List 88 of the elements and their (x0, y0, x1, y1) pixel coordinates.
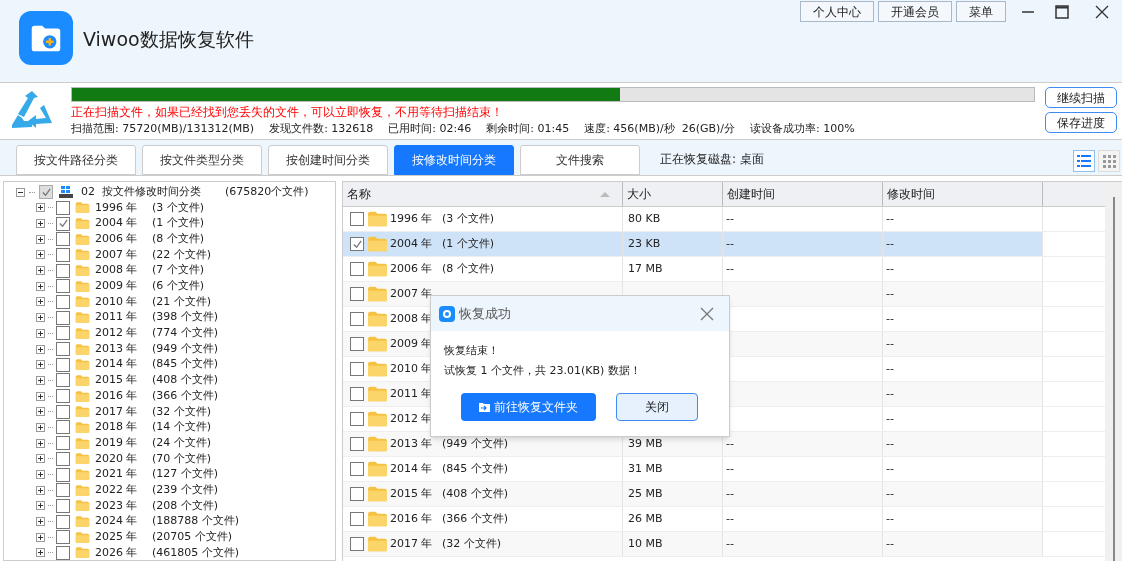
table-cell-text: -- (886, 260, 894, 277)
table-cell-text: -- (886, 485, 894, 502)
table-cell-text: -- (726, 435, 734, 452)
table-cell-text: 25 MB (628, 485, 663, 502)
tree-count: (675820个文件) (225, 183, 309, 200)
tree-count: (8 个文件) (152, 230, 205, 247)
table-cell-text: -- (726, 210, 734, 227)
file-count: (949 个文件) (442, 435, 509, 452)
table-cell-text: -- (886, 385, 894, 402)
file-name: 2014 年 (390, 460, 434, 477)
file-count: (366 个文件) (442, 510, 509, 527)
table-cell-text: -- (726, 260, 734, 277)
table-cell-text: -- (726, 535, 734, 552)
tree-count: (127 个文件) (152, 466, 219, 483)
table-cell-text: 10 MB (628, 535, 663, 552)
tree-count: (208 个文件) (152, 497, 219, 514)
tree-count: (239 个文件) (152, 481, 219, 498)
table-cell-text: -- (726, 235, 734, 252)
tree-count: (398 个文件) (152, 309, 219, 326)
table-cell-text: -- (726, 460, 734, 477)
tree-count: (366 个文件) (152, 387, 219, 404)
table-cell-text: -- (886, 410, 894, 427)
tree-count: (188788 个文件) (152, 513, 240, 530)
table-cell-text: -- (886, 285, 894, 302)
table-cell-text: -- (886, 235, 894, 252)
file-name: 2009 年 (390, 335, 434, 352)
scan-message: 正在扫描文件，如果已经找到您丢失的文件，可以立即恢复，不用等待扫描结束！ (71, 104, 504, 121)
table-cell-text: -- (886, 510, 894, 527)
disk-label: 正在恢复磁盘: 桌面 (660, 151, 764, 168)
file-count: (32 个文件) (442, 535, 502, 552)
tree-count: (6 个文件) (152, 278, 205, 295)
tree-count: (774 个文件) (152, 325, 219, 342)
table-cell-text: -- (886, 535, 894, 552)
app-title: Viwoo数据恢复软件 (83, 27, 254, 52)
scan-stat: 剩余时间: 01:45 (486, 121, 570, 137)
scan-stat: 扫描范围: 75720(MB)/131312(MB) (71, 121, 255, 137)
file-name: 2004 年 (390, 235, 434, 252)
table-cell-text: -- (886, 310, 894, 327)
file-name: 2006 年 (390, 260, 434, 277)
file-count: (3 个文件) (442, 210, 495, 227)
tree-count: (70 个文件) (152, 450, 212, 467)
file-name: 2016 年 (390, 510, 434, 527)
table-cell-text: -- (886, 435, 894, 452)
file-count: (845 个文件) (442, 460, 509, 477)
file-name: 2010 年 (390, 360, 434, 377)
file-count: (8 个文件) (442, 260, 495, 277)
table-cell-text: 39 MB (628, 435, 663, 452)
tree-count: (1 个文件) (152, 215, 205, 232)
table-cell-text: 17 MB (628, 260, 663, 277)
file-name: 2007 年 (390, 285, 434, 302)
tree-count: (14 个文件) (152, 419, 212, 436)
table-cell-text: -- (886, 460, 894, 477)
tree-count: (7 个文件) (152, 262, 205, 279)
tree-count: (22 个文件) (152, 246, 212, 263)
scan-stat: 发现文件数: 132618 (269, 121, 374, 137)
table-cell-text: -- (726, 510, 734, 527)
file-count: (1 个文件) (442, 235, 495, 252)
tree-count: (845 个文件) (152, 356, 219, 373)
table-cell-text: 23 KB (628, 235, 661, 252)
file-name: 2015 年 (390, 485, 434, 502)
table-cell-text: -- (726, 485, 734, 502)
file-count: (408 个文件) (442, 485, 509, 502)
tree-count: (32 个文件) (152, 403, 212, 420)
tree-count: (461805 个文件) (152, 544, 240, 560)
table-cell-text: 26 MB (628, 510, 663, 527)
table-cell-text: -- (886, 335, 894, 352)
file-name: 2017 年 (390, 535, 434, 552)
scan-stat: 速度: 456(MB)/秒 26(GB)/分 (584, 121, 736, 137)
dialog-message: 恢复结束！ (444, 343, 500, 359)
tree-count: (949 个文件) (152, 340, 219, 357)
table-cell-text: -- (886, 360, 894, 377)
tree-count: (3 个文件) (152, 199, 205, 216)
file-name: 2013 年 (390, 435, 434, 452)
file-name: 2011 年 (390, 385, 434, 402)
tree-count: (24 个文件) (152, 434, 212, 451)
table-cell-text: -- (886, 210, 894, 227)
dialog-title: 恢复成功 (459, 304, 511, 323)
file-name: 2008 年 (390, 310, 434, 327)
file-name: 2012 年 (390, 410, 434, 427)
file-name: 1996 年 (390, 210, 434, 227)
scan-stat: 读设备成功率: 100% (750, 121, 855, 137)
tree-count: (21 个文件) (152, 293, 212, 310)
tree-count: (20705 个文件) (152, 529, 233, 546)
scan-stat: 已用时间: 02:46 (388, 121, 472, 137)
tree-count: (408 个文件) (152, 372, 219, 389)
table-cell-text: 80 KB (628, 210, 661, 227)
dialog-message: 试恢复 1 个文件，共 23.01(KB) 数据！ (444, 363, 642, 379)
table-cell-text: 31 MB (628, 460, 663, 477)
